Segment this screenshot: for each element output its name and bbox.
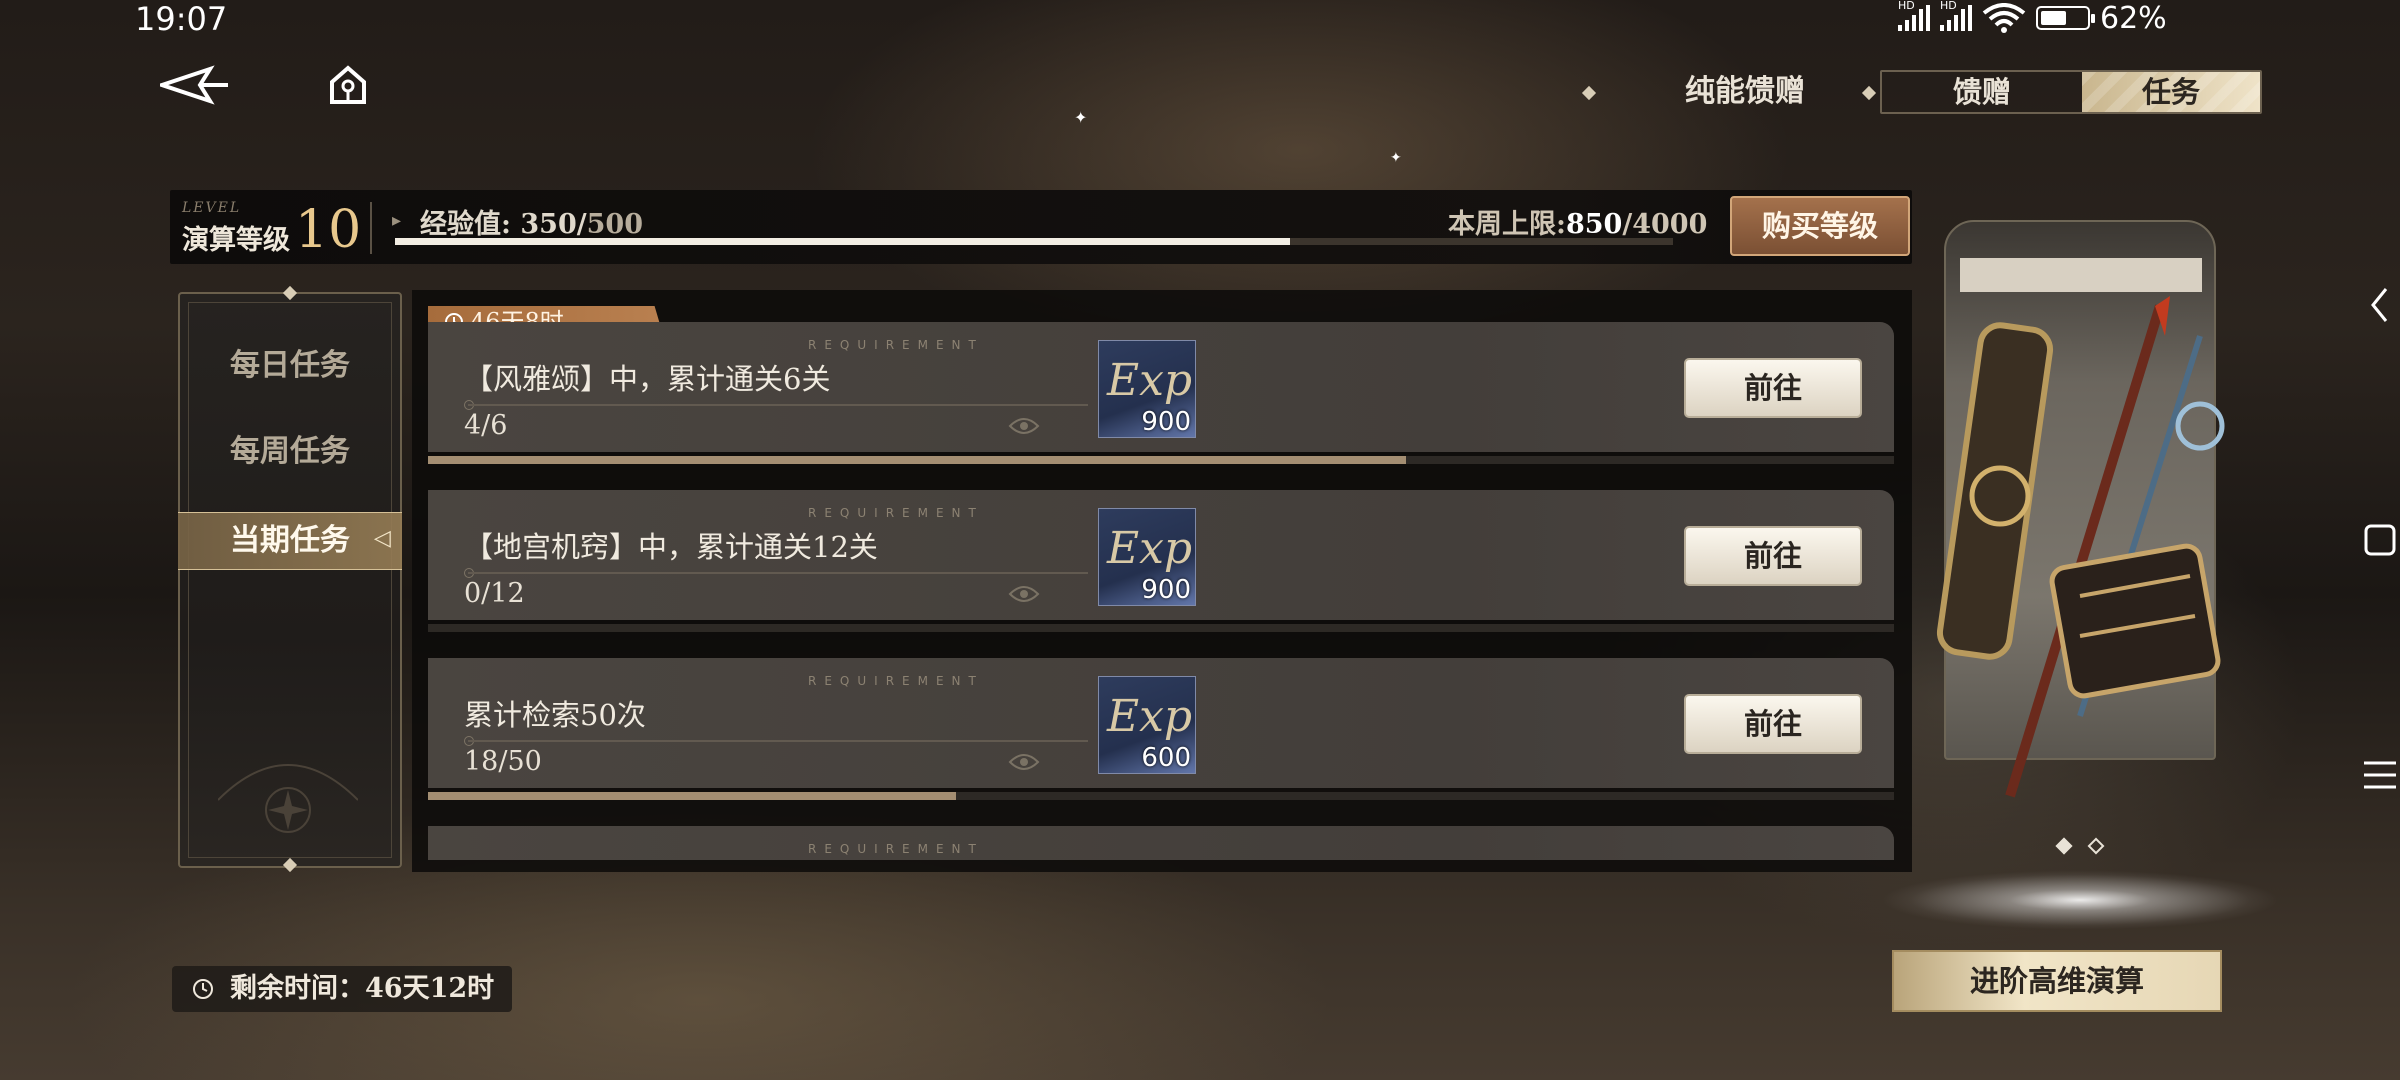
- go-button[interactable]: 前往: [1684, 694, 1862, 754]
- menu-nav-icon[interactable]: [2360, 750, 2400, 800]
- buy-level-button[interactable]: 购买等级: [1730, 196, 1910, 256]
- tab-gift[interactable]: 馈赠: [1882, 72, 2082, 112]
- battery-percent: 62%: [2100, 0, 2167, 36]
- task-progress-bar: [428, 624, 1894, 632]
- page-dot[interactable]: [2087, 837, 2105, 855]
- weekly-limit: 本周上限:850/4000: [1448, 209, 1708, 240]
- advance-button[interactable]: 进阶高维演算: [1892, 950, 2222, 1012]
- exp-reward-icon: Exp 900: [1098, 340, 1196, 438]
- signal-icon: HD: [1940, 0, 1972, 31]
- exp-value: 经验值: 350/500: [420, 209, 643, 240]
- exp-reward-icon: Exp 600: [1098, 676, 1196, 774]
- requirement-label: REQUIREMENT: [808, 674, 984, 688]
- tab-current-tasks[interactable]: 当期任务: [178, 512, 402, 570]
- level-label: 演算等级: [182, 225, 290, 256]
- level-value: 10: [295, 200, 362, 260]
- home-icon[interactable]: [313, 50, 383, 120]
- divider: [468, 740, 1088, 742]
- requirement-label: REQUIREMENT: [808, 338, 984, 352]
- task-progress-fill: [428, 456, 1406, 464]
- compass-ornament-icon: [218, 764, 358, 833]
- eye-icon[interactable]: [1008, 416, 1040, 436]
- divider: [370, 202, 372, 254]
- task-progress: 4/6: [464, 410, 508, 441]
- clock-icon: [193, 979, 213, 999]
- remaining-time: 剩余时间：46天12时: [172, 966, 512, 1012]
- exp-progress-bar: [395, 238, 1673, 245]
- tab-task[interactable]: 任务: [2082, 72, 2260, 112]
- task-title: 【地宫机窍】中，累计通关12关: [464, 530, 878, 564]
- signal-icon: HD: [1898, 0, 1930, 31]
- caret-left-icon: ◁: [374, 526, 391, 551]
- status-time: 19:07: [135, 0, 228, 38]
- reward-amount: 900: [1141, 575, 1191, 605]
- showcase-banner: [1960, 258, 2202, 292]
- reward-amount: 900: [1141, 407, 1191, 437]
- status-icons: HD HD 62%: [1898, 0, 2167, 36]
- task-card: REQUIREMENT 【地宫机窍】中，累计通关12关 0/12 Exp 900 …: [428, 490, 1894, 620]
- task-card: REQUIREMENT 累计检索50次 18/50 Exp 600 前往: [428, 658, 1894, 788]
- go-button[interactable]: 前往: [1684, 358, 1862, 418]
- task-title: 累计检索50次: [464, 698, 646, 732]
- task-card: REQUIREMENT 【风雅颂】中，累计通关6关 4/6 Exp 900 前往: [428, 322, 1894, 452]
- tab-daily-tasks[interactable]: 每日任务: [178, 338, 402, 394]
- eye-icon[interactable]: [1008, 584, 1040, 604]
- arrow-icon: ▸: [392, 210, 402, 231]
- eye-icon[interactable]: [1008, 752, 1040, 772]
- tab-pure-gift[interactable]: 纯能馈赠: [1640, 70, 1850, 114]
- back-icon[interactable]: [160, 50, 230, 120]
- wifi-icon: [1982, 3, 2026, 33]
- tab-weekly-tasks[interactable]: 每周任务: [178, 424, 402, 480]
- task-progress: 0/12: [464, 578, 525, 609]
- task-title: 【风雅颂】中，累计通关6关: [464, 362, 831, 396]
- home-nav-icon[interactable]: [2360, 515, 2400, 565]
- sparkle-icon: ✦: [1390, 150, 1402, 166]
- task-progress-fill: [428, 792, 956, 800]
- reward-amount: 600: [1141, 743, 1191, 773]
- status-bar: 19:07 HD HD 62%: [0, 0, 2400, 38]
- weapon-showcase-icon: [1936, 296, 2225, 798]
- page-dot-active[interactable]: [2055, 837, 2073, 855]
- task-progress-bar: [428, 456, 1894, 464]
- exp-reward-icon: Exp 900: [1098, 508, 1196, 606]
- task-card: REQUIREMENT: [428, 826, 1894, 860]
- sparkle-icon: ✦: [1074, 108, 1088, 127]
- back-nav-icon[interactable]: [2360, 280, 2400, 330]
- task-progress-bar: [428, 792, 1894, 800]
- requirement-label: REQUIREMENT: [808, 506, 984, 520]
- tab-divider-icon: [1861, 85, 1877, 101]
- go-button[interactable]: 前往: [1684, 526, 1862, 586]
- divider: [468, 572, 1088, 574]
- requirement-label: REQUIREMENT: [808, 842, 984, 856]
- tab-divider-icon: [1581, 85, 1597, 101]
- battery-icon: [2036, 6, 2095, 30]
- task-progress: 18/50: [464, 746, 542, 777]
- pedestal-glow: [1880, 870, 2280, 930]
- tab-group: 馈赠 任务: [1880, 70, 2262, 114]
- divider: [468, 404, 1088, 406]
- exp-progress-fill: [395, 238, 1290, 245]
- level-word: LEVEL: [182, 200, 242, 216]
